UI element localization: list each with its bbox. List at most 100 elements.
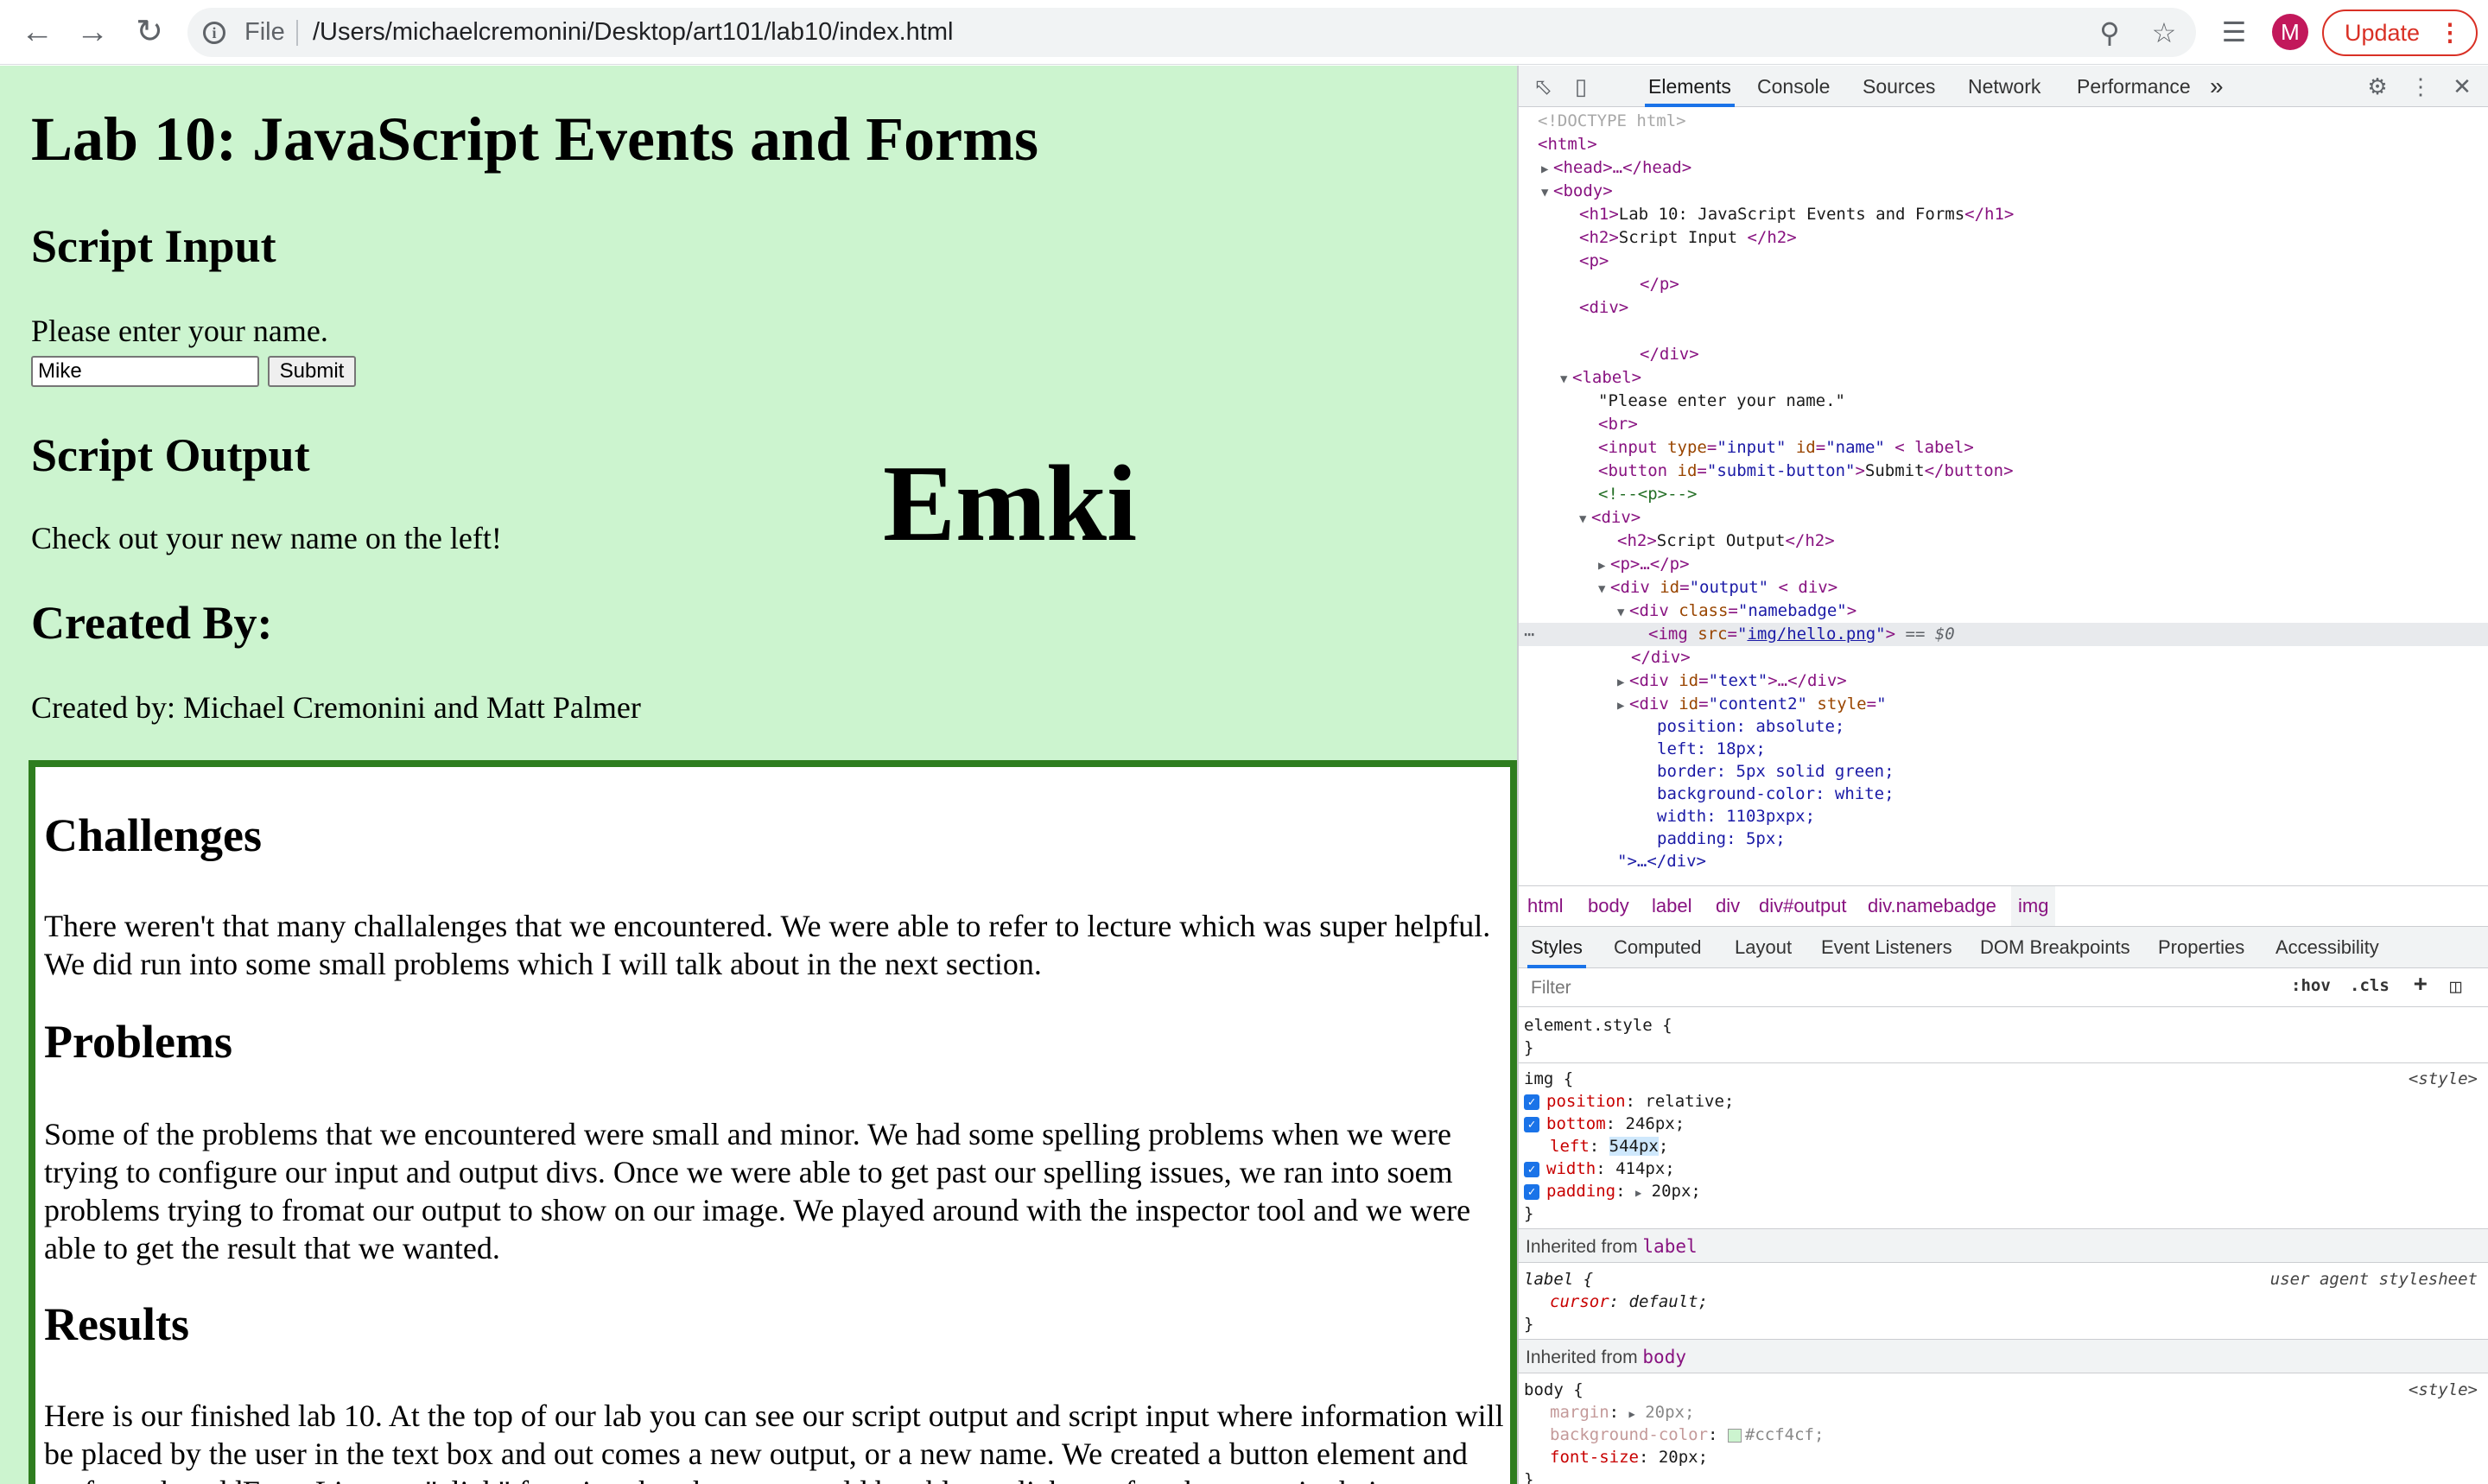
checkbox-checked-icon[interactable]: ✓ (1524, 1183, 1539, 1200)
browser-toolbar: ← → ↻ i File /Users/michaelcremonini/Des… (0, 0, 2488, 65)
new-rule-plus-icon[interactable]: + (2414, 971, 2428, 997)
dom-div2[interactable]: ▼ <div> (1519, 506, 2488, 530)
tab-styles[interactable]: Styles (1527, 927, 1586, 968)
styles-filter-input[interactable]: Filter (1526, 974, 2277, 1002)
img-prop-width[interactable]: ✓ width: 414px; (1524, 1157, 2483, 1180)
tab-elements[interactable]: Elements (1645, 66, 1735, 107)
dom-div-namebadge[interactable]: ▼ <div class="namebadge"> (1519, 599, 2488, 623)
dom-br[interactable]: <br> (1519, 413, 2488, 436)
dom-body[interactable]: ▼ <body> (1519, 180, 2488, 203)
challenges-text: There weren't that many challalenges tha… (44, 909, 1491, 981)
dom-namebadge-close[interactable]: </div> (1519, 646, 2488, 669)
devtools-menu-icon[interactable]: ⋮ (2407, 73, 2434, 100)
hover-state-toggle[interactable]: :hov (2291, 976, 2331, 995)
class-toggle[interactable]: .cls (2350, 976, 2390, 995)
profile-avatar[interactable]: M (2272, 14, 2308, 50)
reload-icon[interactable]: ↻ (130, 12, 169, 52)
tab-sources[interactable]: Sources (1863, 66, 1935, 107)
dom-h2-input[interactable]: <h2>Script Input </h2> (1519, 226, 2488, 250)
breadcrumb-div[interactable]: div (1716, 886, 1740, 926)
dom-html[interactable]: <html> (1519, 133, 2488, 156)
settings-gear-icon[interactable]: ⚙ (2364, 73, 2391, 100)
tab-dom-breakpoints[interactable]: DOM Breakpoints (1980, 927, 2130, 968)
img-prop-left[interactable]: left: 544px; (1524, 1135, 2483, 1157)
dom-p-collapsed[interactable]: ▶ <p>…</p> (1519, 553, 2488, 576)
img-rule-origin[interactable]: <style> (2409, 1068, 2478, 1090)
name-input[interactable]: Mike (31, 356, 259, 387)
dom-div-content2[interactable]: ▶ <div id="content2" style=" (1519, 693, 2488, 716)
breadcrumb-div-namebadge[interactable]: div.namebadge (1868, 886, 1996, 926)
close-devtools-icon[interactable]: ✕ (2448, 73, 2476, 100)
info-icon[interactable]: i (203, 22, 225, 44)
zoom-icon[interactable]: ⚲ (2092, 16, 2127, 50)
checkbox-checked-icon[interactable]: ✓ (1524, 1094, 1539, 1110)
back-arrow-icon[interactable]: ← (17, 12, 57, 52)
body-prop-font-size[interactable]: font-size: 20px; (1524, 1446, 2483, 1468)
update-button[interactable]: Update ⋮ (2322, 10, 2478, 56)
dom-head[interactable]: ▶ <head>…</head> (1519, 156, 2488, 180)
dom-p-close[interactable]: </p> (1519, 273, 2488, 296)
checkbox-checked-icon[interactable]: ✓ (1524, 1161, 1539, 1177)
body-rule-selector[interactable]: body {<style> (1524, 1379, 2483, 1401)
breadcrumb-div-output[interactable]: div#output (1759, 886, 1847, 926)
address-bar[interactable]: i File /Users/michaelcremonini/Desktop/a… (187, 8, 2196, 57)
dom-button[interactable]: <button id="submit-button">Submit</butto… (1519, 460, 2488, 483)
toggle-sidebar-icon[interactable]: ◫ (2450, 976, 2461, 998)
dom-div-text[interactable]: ▶ <div id="text">…</div> (1519, 669, 2488, 693)
element-style-rule[interactable]: element.style { (1524, 1014, 2483, 1037)
name-prompt: Please enter your name. (31, 314, 328, 348)
url-text[interactable]: /Users/michaelcremonini/Desktop/art101/l… (313, 18, 953, 47)
inherited-from-label: Inherited from label (1519, 1228, 2488, 1263)
label-rule-origin: user agent stylesheet (2269, 1270, 2478, 1289)
dom-h2-output[interactable]: <h2>Script Output</h2> (1519, 530, 2488, 553)
reading-list-icon[interactable]: ☰ (2216, 14, 2252, 50)
expand-triangle-icon[interactable]: ▶ (1629, 1408, 1635, 1420)
tab-layout[interactable]: Layout (1735, 927, 1792, 968)
dom-comment[interactable]: <!--<p>--> (1519, 483, 2488, 506)
more-tabs-chevron[interactable]: » (2210, 66, 2224, 107)
label-rule-selector[interactable]: label {user agent stylesheet (1524, 1268, 2483, 1291)
device-toolbar-icon[interactable]: ▯ (1567, 73, 1595, 100)
body-prop-background[interactable]: background-color: #ccf4cf; (1524, 1424, 2483, 1446)
tab-network[interactable]: Network (1968, 66, 2041, 107)
more-dots-icon: ⋯ (1524, 624, 1535, 644)
color-swatch[interactable] (1727, 1428, 1742, 1443)
dom-doctype[interactable]: <!DOCTYPE html> (1519, 110, 2488, 133)
dom-input[interactable]: <input type="input" id="name" < label> (1519, 436, 2488, 460)
styles-rules: element.style { } img {<style> ✓ position… (1519, 1007, 2488, 1484)
editing-value[interactable]: 544px (1609, 1137, 1659, 1156)
dom-div-output[interactable]: ▼ <div id="output" < div> (1519, 576, 2488, 599)
img-prop-bottom[interactable]: ✓ bottom: 246px; (1524, 1113, 2483, 1135)
breadcrumb-body[interactable]: body (1588, 886, 1629, 926)
img-prop-padding[interactable]: ✓ padding: ▶ 20px; (1524, 1180, 2483, 1202)
dom-div-close[interactable]: </div> (1519, 343, 2488, 366)
tab-computed[interactable]: Computed (1614, 927, 1702, 968)
content-box: Challenges There weren't that many chall… (29, 760, 1517, 1484)
bookmark-star-icon[interactable]: ☆ (2147, 16, 2181, 50)
dom-content2-close[interactable]: ">…</div> (1519, 850, 2488, 873)
tab-accessibility[interactable]: Accessibility (2275, 927, 2379, 968)
body-rule-origin[interactable]: <style> (2409, 1379, 2478, 1401)
dom-div[interactable]: <div> (1519, 296, 2488, 320)
tab-properties[interactable]: Properties (2158, 927, 2244, 968)
inspect-element-icon[interactable]: ⬁ (1529, 73, 1557, 100)
devtools-panel: ⬁ ▯ Elements Console Sources Network Per… (1517, 66, 2488, 1484)
tab-event-listeners[interactable]: Event Listeners (1821, 927, 1952, 968)
dom-p[interactable]: <p> (1519, 250, 2488, 273)
dom-label-text[interactable]: "Please enter your name." (1519, 390, 2488, 413)
breadcrumb-html[interactable]: html (1527, 886, 1564, 926)
dom-h1[interactable]: <h1>Lab 10: JavaScript Events and Forms<… (1519, 203, 2488, 226)
img-prop-position[interactable]: ✓ position: relative; (1524, 1090, 2483, 1113)
body-prop-margin[interactable]: margin: ▶ 20px; (1524, 1401, 2483, 1424)
submit-button[interactable]: Submit (268, 356, 356, 387)
tab-performance[interactable]: Performance (2077, 66, 2191, 107)
forward-arrow-icon[interactable]: → (73, 12, 112, 52)
expand-triangle-icon[interactable]: ▶ (1635, 1187, 1641, 1199)
breadcrumb-img[interactable]: img (2011, 886, 2056, 926)
breadcrumb-label[interactable]: label (1652, 886, 1691, 926)
tab-console[interactable]: Console (1757, 66, 1830, 107)
dom-img-selected[interactable]: ⋯ <img src="img/hello.png"> == $0 (1519, 623, 2488, 646)
dom-label[interactable]: ▼ <label> (1519, 366, 2488, 390)
checkbox-checked-icon[interactable]: ✓ (1524, 1116, 1539, 1132)
img-rule-selector[interactable]: img {<style> (1524, 1068, 2483, 1090)
